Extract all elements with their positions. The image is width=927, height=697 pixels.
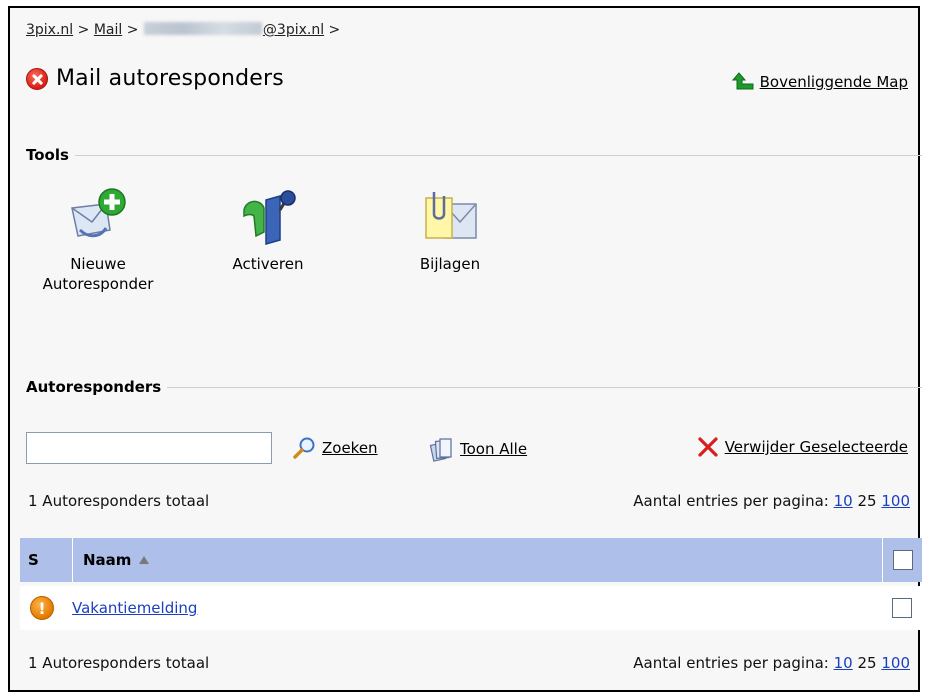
per-page-option-25-current: 25 [857,654,877,672]
activate-button[interactable]: Activeren [218,186,318,274]
new-mail-icon [71,188,126,238]
main-panel: 3pix.nl > Mail > @3pix.nl > Mail autores… [8,6,922,692]
breadcrumb-link-mail[interactable]: Mail [94,22,122,38]
autoresponders-heading: Autoresponders [26,378,162,396]
show-all-button[interactable]: Toon Alle [428,436,527,462]
activate-label: Activeren [232,255,304,273]
search-input[interactable] [26,432,272,464]
show-all-icon [429,438,452,462]
status-column-header: S [28,551,39,569]
breadcrumb-mailbox-domain: @3pix.nl [262,22,325,38]
per-page-option-10[interactable]: 10 [834,492,853,510]
new-autoresponder-label-2: Autoresponder [42,275,154,293]
divider [74,154,922,156]
breadcrumb: 3pix.nl > Mail > @3pix.nl > [26,22,340,38]
row-name-cell: Vakantiemelding [54,599,882,617]
sort-ascending-icon [139,556,150,564]
total-count-top: 1 Autoresponders totaal [28,492,210,510]
attachments-button[interactable]: Bijlagen [400,186,500,274]
breadcrumb-separator: > [77,22,90,38]
page-title: Mail autoresponders [56,66,284,91]
autoresponders-section-header: Autoresponders [26,378,922,396]
select-all-checkbox[interactable] [892,550,913,570]
search-label[interactable]: Zoeken [322,439,378,457]
per-page-label: Aantal entries per pagina: [633,492,829,510]
row-select-cell [882,586,922,630]
per-page-option-25-current: 25 [857,492,877,510]
tools-section-header: Tools [26,146,922,164]
per-page-option-100[interactable]: 100 [881,654,910,672]
attachment-icon [425,192,477,239]
redacted-username [143,22,262,35]
page-header: Mail autoresponders [26,66,284,91]
delete-selected-label[interactable]: Verwijder Geselecteerde [725,438,908,456]
show-all-label[interactable]: Toon Alle [460,440,527,458]
table-header: S Naam [20,538,922,582]
per-page-selector-bottom: Aantal entries per pagina: 10 25 100 [633,654,910,672]
select-all-cell [882,538,922,582]
delete-selected-button[interactable]: Verwijder Geselecteerde [697,436,908,458]
per-page-selector-top: Aantal entries per pagina: 10 25 100 [633,492,910,510]
parent-folder-link[interactable]: Bovenliggende Map [731,72,908,92]
new-autoresponder-button[interactable]: Nieuwe Autoresponder [38,186,158,294]
divider [167,386,922,388]
table-row: ! Vakantiemelding [20,586,922,630]
breadcrumb-separator: > [126,22,139,38]
new-autoresponder-label-1: Nieuwe [70,255,126,273]
breadcrumb-separator: > [328,22,341,38]
error-icon [26,67,48,90]
delete-x-icon [698,437,718,457]
total-count-bottom: 1 Autoresponders totaal [28,654,210,672]
up-arrow-icon [731,72,754,90]
name-column-header[interactable]: Naam [72,538,882,582]
tools-heading: Tools [26,146,69,164]
breadcrumb-link-mailbox[interactable]: @3pix.nl [143,22,324,38]
magnifier-icon [293,437,315,459]
row-checkbox[interactable] [892,598,912,618]
attachments-label: Bijlagen [419,255,481,273]
activate-icon [243,190,296,245]
autoresponder-link[interactable]: Vakantiemelding [72,599,197,617]
parent-folder-label[interactable]: Bovenliggende Map [760,73,908,91]
per-page-label: Aantal entries per pagina: [633,654,829,672]
search-button[interactable]: Zoeken [292,436,378,460]
breadcrumb-link-domain[interactable]: 3pix.nl [26,22,73,38]
per-page-option-10[interactable]: 10 [834,654,853,672]
name-column-label: Naam [83,551,132,569]
per-page-option-100[interactable]: 100 [881,492,910,510]
warning-icon: ! [30,596,54,620]
